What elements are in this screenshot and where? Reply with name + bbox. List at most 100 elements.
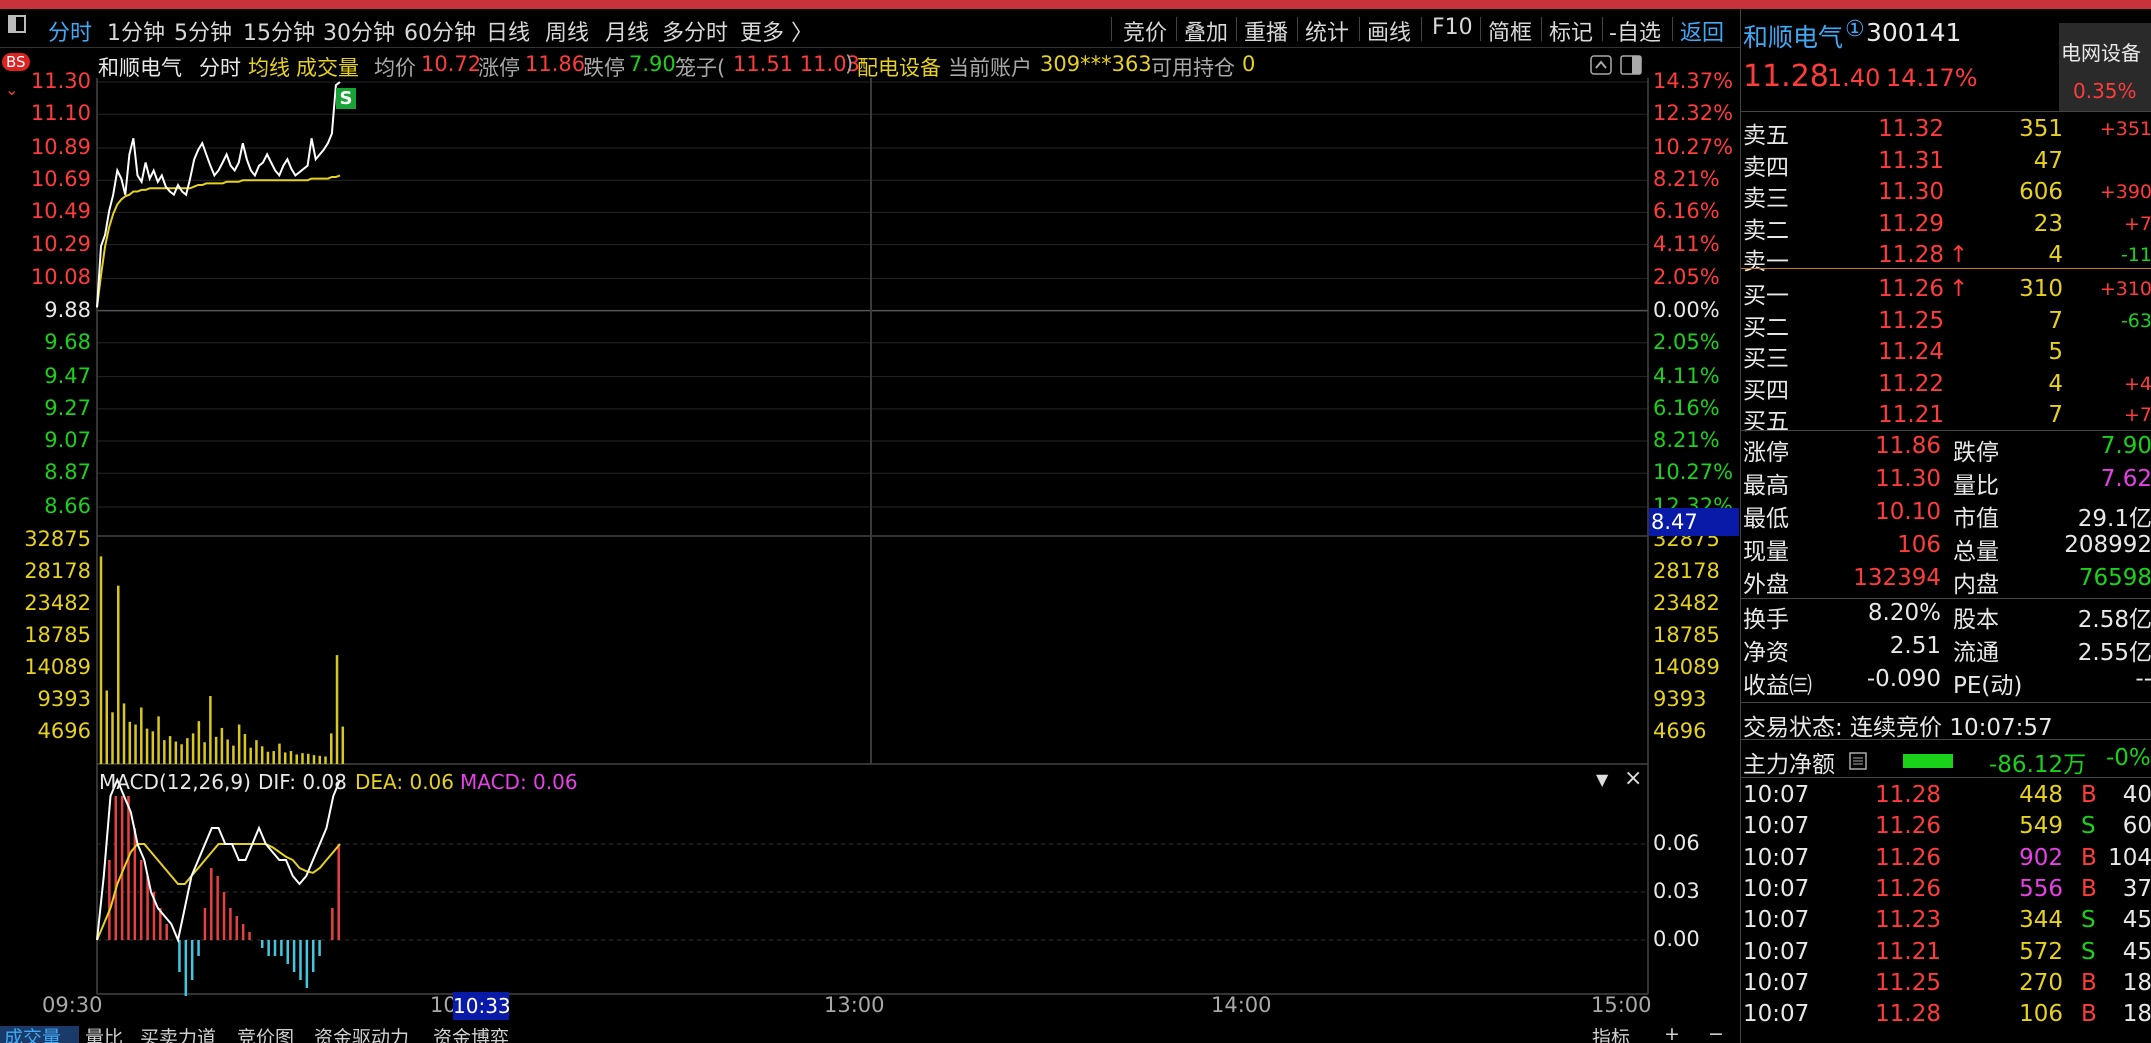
main-flow-label: 主力净额 xyxy=(1743,752,1835,778)
tick-time: 10:07 xyxy=(1743,907,1810,934)
stat-label: 量比 xyxy=(1953,473,1999,499)
close-indicator-icon[interactable]: × xyxy=(1624,766,1642,791)
price-axis-label: 9.88 xyxy=(44,297,91,322)
trade-status: 交易状态: 连续竞价 10:07:57 xyxy=(1743,715,2053,741)
volume-axis-label-right: 9393 xyxy=(1653,687,1707,712)
ask-volume: 351 xyxy=(2019,116,2063,142)
ask-volume: 606 xyxy=(2019,179,2063,205)
sell-signal-marker[interactable]: S xyxy=(336,88,356,109)
quote-stock-code: 300141 xyxy=(1866,18,1962,47)
tab-fund-drive[interactable]: 资金驱动力 xyxy=(314,1026,409,1043)
stat-label: 内盘 xyxy=(1953,572,1999,598)
bid-volume: 7 xyxy=(2048,402,2063,428)
tick-volume: 549 xyxy=(2019,813,2063,840)
tick-volume: 572 xyxy=(2019,938,2063,965)
book-spread-divider xyxy=(1741,268,2151,269)
tab-buy-sell-force[interactable]: 买卖力道 xyxy=(140,1026,216,1043)
indicator-menu[interactable]: 指标 xyxy=(1592,1026,1630,1043)
stat-label: 净资 xyxy=(1743,640,1789,666)
tick-volume: 344 xyxy=(2019,907,2063,934)
tab-volume[interactable]: 成交量 xyxy=(0,1026,79,1043)
stat-value: 106 xyxy=(1897,532,1941,558)
ask-label: 卖五 xyxy=(1743,123,1789,149)
indicator-dropdown-icon[interactable]: ▼ xyxy=(1596,770,1608,789)
tab-auction-chart[interactable]: 竞价图 xyxy=(237,1026,294,1043)
stat-label: 市值 xyxy=(1953,506,1999,532)
tick-time: 10:07 xyxy=(1743,813,1810,840)
price-axis-label: 9.68 xyxy=(44,329,91,354)
bid-label: 买四 xyxy=(1743,377,1789,404)
pct-axis-label: 14.37% xyxy=(1653,69,1734,93)
tick-price: 11.25 xyxy=(1875,969,1941,996)
tick-count: 104 xyxy=(2108,844,2151,871)
ask-price: 11.30 xyxy=(1878,179,1944,205)
main-flow-menu-icon[interactable] xyxy=(1849,750,1867,776)
tab-volume-ratio[interactable]: 量比 xyxy=(85,1026,123,1043)
stat-value: 7.62 xyxy=(2100,466,2151,492)
tick-side: S xyxy=(2081,907,2096,934)
ask-label: 卖一 xyxy=(1743,249,1789,275)
quote-change-pct: 14.17% xyxy=(1886,64,1978,92)
ask-price: 11.32 xyxy=(1878,116,1944,142)
stat-value: 2.58亿 xyxy=(2077,607,2151,633)
stat-label: 总量 xyxy=(1953,539,1999,565)
bid-price: 11.22 xyxy=(1878,370,1944,397)
divider xyxy=(1741,598,2151,599)
macd-axis-label: 0.06 xyxy=(1653,831,1700,855)
price-axis-label: 10.08 xyxy=(30,265,91,290)
stat-value: 2.51 xyxy=(1889,633,1941,659)
pct-axis-label: 4.11% xyxy=(1653,231,1720,256)
tick-side: S xyxy=(2081,938,2096,965)
ask-delta: +7 xyxy=(2123,212,2151,235)
stat-label: 流通 xyxy=(1953,640,1999,666)
price-axis-label: 9.07 xyxy=(44,428,91,452)
tick-side: B xyxy=(2081,1001,2097,1028)
stat-value: 76598 xyxy=(2078,565,2151,591)
pct-axis-label: 10.27% xyxy=(1653,135,1734,159)
tick-side: B xyxy=(2081,782,2097,808)
tab-fund-game[interactable]: 资金博弈 xyxy=(433,1026,509,1043)
stat-label: 收益㈢ xyxy=(1743,673,1812,699)
stat-label: 最低 xyxy=(1743,506,1789,532)
add-indicator-button[interactable]: + xyxy=(1664,1026,1680,1043)
pct-axis-label: 10.27% xyxy=(1653,460,1734,485)
tick-side: B xyxy=(2081,969,2097,996)
up-arrow-icon: ↑ xyxy=(1949,242,1969,268)
volume-axis-label-right: 18785 xyxy=(1653,623,1720,648)
sector-box[interactable]: 电网设备 0.35% xyxy=(2059,23,2151,111)
macd-dea-value: DEA: 0.06 xyxy=(355,770,454,794)
ask-price: 11.29 xyxy=(1878,210,1944,237)
bid-delta: +4 xyxy=(2123,372,2151,395)
ask-label: 卖二 xyxy=(1743,217,1789,244)
volume-axis-label: 32875 xyxy=(24,527,91,552)
stat-value: 8.20% xyxy=(1867,600,1941,626)
stat-label: PE(动) xyxy=(1953,673,2023,699)
tick-count: 45 xyxy=(2122,907,2151,934)
pct-axis-label: 8.21% xyxy=(1653,167,1720,192)
stat-value: -- xyxy=(2135,666,2151,692)
tick-price: 11.26 xyxy=(1875,875,1941,902)
tick-time: 10:07 xyxy=(1743,938,1810,965)
remove-indicator-button[interactable]: − xyxy=(1708,1026,1724,1043)
macd-axis-label: 0.00 xyxy=(1653,927,1700,951)
stat-label: 涨停 xyxy=(1743,440,1789,466)
volume-axis-label: 28178 xyxy=(24,559,91,584)
divider xyxy=(1741,430,2151,431)
chart-labels: 11.30 11.10 10.89 10.69 10.49 10.29 10.08 9.88 9… xyxy=(0,0,1740,1026)
time-axis-label: 14:00 xyxy=(1211,993,1272,1017)
quote-badge: ① xyxy=(1845,17,1865,42)
bid-delta: -63 xyxy=(2120,309,2151,332)
price-axis-label: 8.87 xyxy=(44,460,91,485)
price-axis-label: 8.66 xyxy=(44,494,91,519)
stat-label: 换手 xyxy=(1743,607,1789,633)
divider xyxy=(1741,702,2151,703)
ask-volume: 23 xyxy=(2033,210,2063,237)
time-axis-label: 09:30 xyxy=(42,993,103,1017)
tick-count: 45 xyxy=(2122,938,2151,965)
quote-stock-name[interactable]: 和顺电气 xyxy=(1743,18,1843,54)
tick-price: 11.28 xyxy=(1875,1001,1941,1028)
tick-price: 11.21 xyxy=(1875,938,1941,965)
tick-count: 40 xyxy=(2122,782,2151,808)
stat-value: 11.86 xyxy=(1875,433,1941,459)
bid-volume: 7 xyxy=(2048,307,2063,334)
